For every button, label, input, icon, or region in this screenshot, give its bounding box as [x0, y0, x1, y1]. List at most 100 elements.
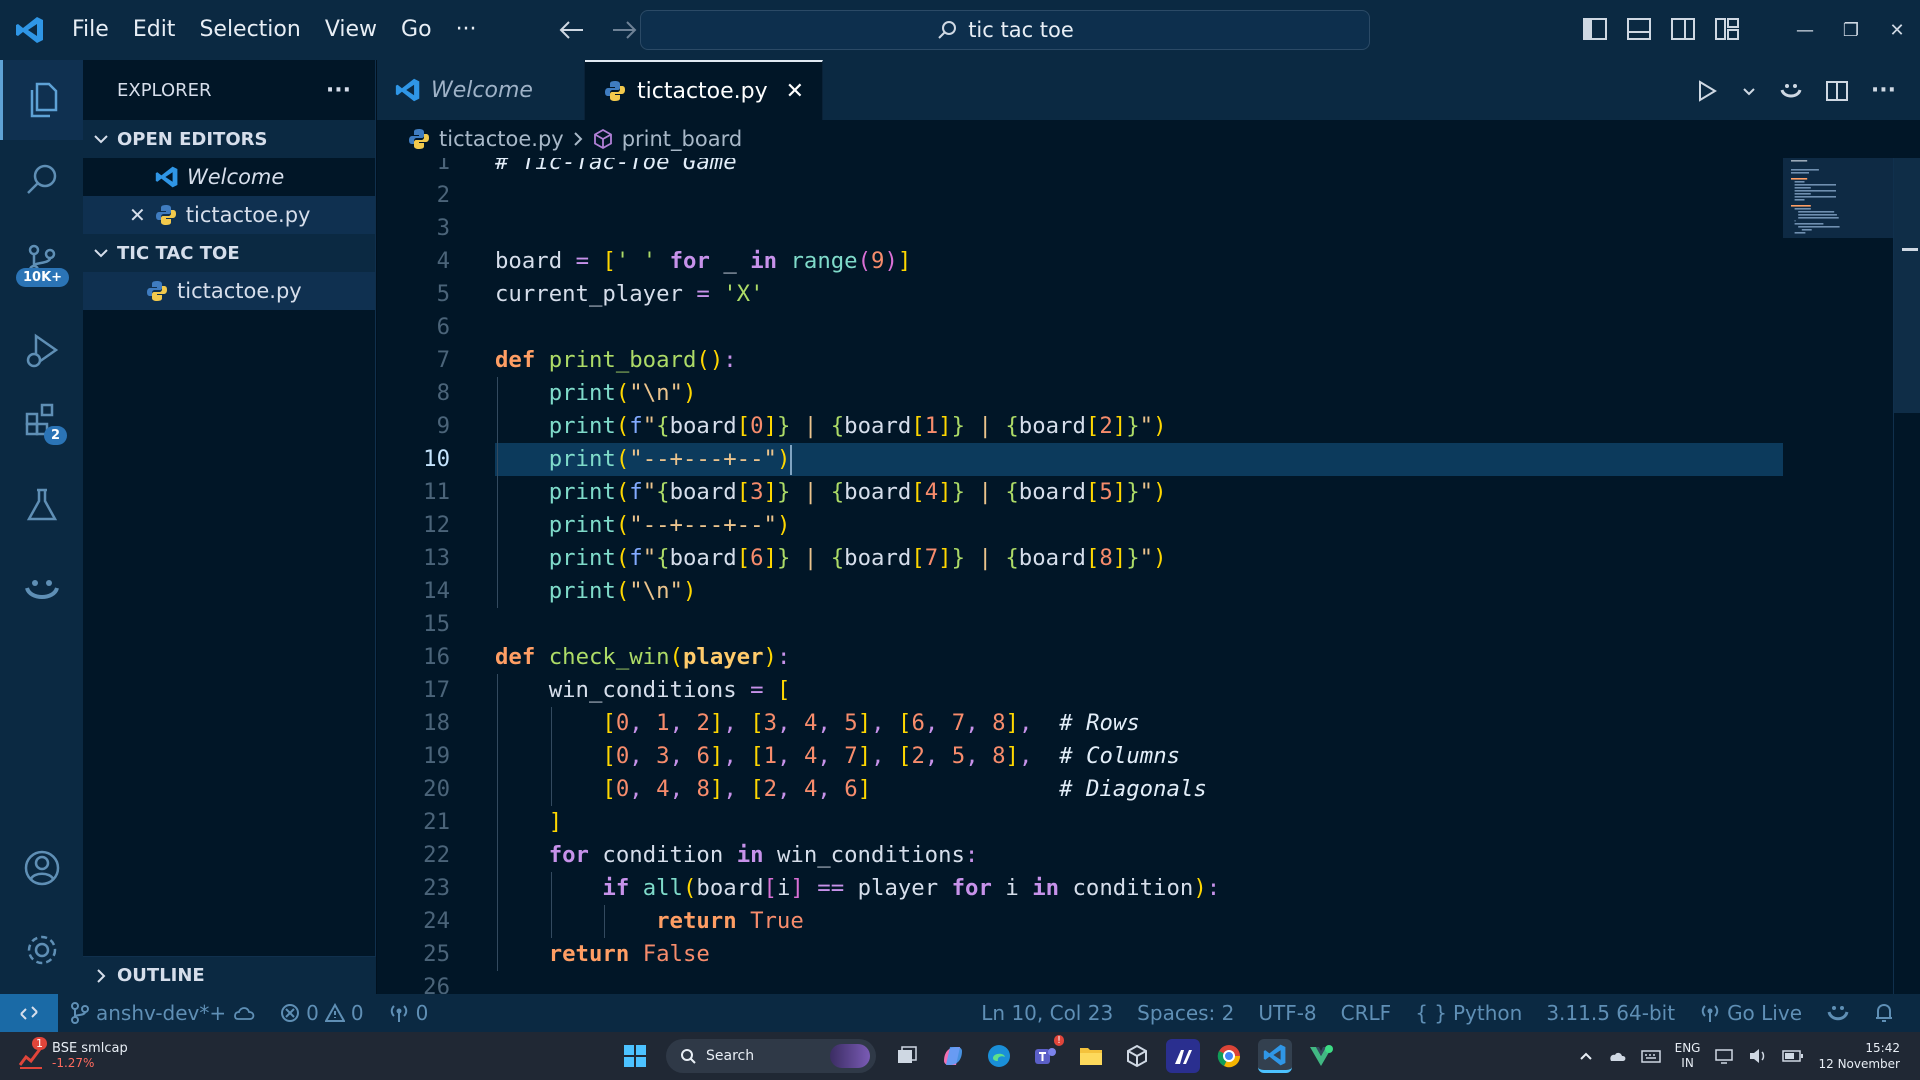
menu-edit[interactable]: Edit: [121, 10, 188, 50]
code-line[interactable]: 11 print(f"{board[3]} | {board[4]} | {bo…: [377, 476, 1783, 509]
split-editor-icon[interactable]: [1825, 79, 1849, 103]
file-explorer-icon[interactable]: [1074, 1039, 1108, 1073]
edge-browser-icon[interactable]: [982, 1039, 1016, 1073]
code-line[interactable]: 8 print("\n"): [377, 377, 1783, 410]
onedrive-cloud-icon[interactable]: [1607, 1048, 1627, 1064]
vue-dev-icon[interactable]: [1304, 1039, 1338, 1073]
task-view-icon[interactable]: [890, 1039, 924, 1073]
code-line[interactable]: 22 for condition in win_conditions:: [377, 839, 1783, 872]
code-line[interactable]: 13 print(f"{board[6]} | {board[7]} | {bo…: [377, 542, 1783, 575]
cursor-position[interactable]: Ln 10, Col 23: [969, 994, 1125, 1032]
toggle-secondary-sidebar-icon[interactable]: [1670, 16, 1696, 42]
problems-indicator[interactable]: 0 0: [268, 994, 375, 1032]
minimize-icon[interactable]: —: [1782, 20, 1828, 41]
keyboard-icon[interactable]: [1640, 1048, 1661, 1064]
menu-selection[interactable]: Selection: [187, 10, 312, 50]
git-branch[interactable]: anshv-dev*+: [58, 994, 268, 1032]
extensions-icon[interactable]: 2: [0, 380, 83, 460]
chrome-icon[interactable]: [1212, 1039, 1246, 1073]
live-share-action-icon[interactable]: [1779, 79, 1803, 103]
code-line[interactable]: 16 def check_win(player):: [377, 641, 1783, 674]
code-line[interactable]: 1 # Tic-Tac-Toe Game: [377, 158, 1783, 179]
open-editor-welcome[interactable]: Welcome: [83, 158, 375, 196]
vscode-taskbar-icon[interactable]: [1258, 1039, 1292, 1073]
minimap[interactable]: [1783, 158, 1893, 994]
code-line[interactable]: 23 if all(board[i] == player for i in co…: [377, 872, 1783, 905]
tab-tictactoe[interactable]: tictactoe.py ✕: [585, 60, 824, 120]
code-editor[interactable]: 1 # Tic-Tac-Toe Game 2 3 4 board = [' ' for _…: [377, 158, 1783, 994]
code-line[interactable]: 6: [377, 311, 1783, 344]
run-dropdown-chevron-icon[interactable]: [1741, 83, 1757, 99]
copilot-icon[interactable]: [936, 1039, 970, 1073]
unity-hub-icon[interactable]: [1120, 1039, 1154, 1073]
run-python-file-icon[interactable]: [1695, 79, 1719, 103]
accounts-icon[interactable]: [0, 828, 83, 908]
teams-icon[interactable]: !: [1028, 1035, 1064, 1073]
encoding[interactable]: UTF-8: [1246, 994, 1328, 1032]
toggle-primary-sidebar-icon[interactable]: [1582, 16, 1608, 42]
scrollbar-thumb[interactable]: [1894, 158, 1920, 413]
editor-more-actions-icon[interactable]: ···: [1871, 78, 1896, 103]
toggle-panel-icon[interactable]: [1626, 16, 1652, 42]
menu-more[interactable]: ···: [444, 10, 489, 50]
code-line[interactable]: 2: [377, 179, 1783, 212]
sidebar-more-icon[interactable]: ···: [326, 78, 351, 103]
file-tictactoe[interactable]: tictactoe.py: [83, 272, 375, 310]
clock[interactable]: 15:42 12 November: [1818, 1040, 1900, 1072]
sync-cloud-icon[interactable]: [232, 1003, 256, 1023]
customize-layout-icon[interactable]: [1714, 16, 1740, 42]
command-center-search[interactable]: tic tac toe: [640, 10, 1370, 50]
code-line[interactable]: 9 print(f"{board[0]} | {board[1]} | {boa…: [377, 410, 1783, 443]
menu-file[interactable]: File: [60, 10, 121, 50]
code-line[interactable]: 7 def print_board():: [377, 344, 1783, 377]
code-line[interactable]: 25 return False: [377, 938, 1783, 971]
folder-section[interactable]: TIC TAC TOE: [83, 234, 375, 272]
breadcrumb-file[interactable]: tictactoe.py: [439, 127, 564, 151]
code-line[interactable]: 4 board = [' ' for _ in range(9)]: [377, 245, 1783, 278]
tab-welcome[interactable]: Welcome: [377, 60, 585, 120]
battery-icon[interactable]: [1782, 1049, 1804, 1063]
code-line[interactable]: 24 return True: [377, 905, 1783, 938]
menu-go[interactable]: Go: [389, 10, 444, 50]
python-interpreter[interactable]: 3.11.5 64-bit: [1534, 994, 1687, 1032]
language-mode[interactable]: { } Python: [1403, 994, 1534, 1032]
notifications[interactable]: [1862, 994, 1920, 1032]
volume-icon[interactable]: [1748, 1047, 1768, 1065]
settings-gear-icon[interactable]: [0, 910, 83, 990]
explorer-icon[interactable]: [0, 60, 83, 140]
back-arrow-icon[interactable]: [559, 20, 585, 40]
network-icon[interactable]: [1714, 1047, 1734, 1065]
vertical-scrollbar[interactable]: [1893, 158, 1920, 994]
tab-close-icon[interactable]: ✕: [786, 79, 804, 104]
run-debug-icon[interactable]: [0, 310, 83, 390]
code-line[interactable]: 19 [0, 3, 6], [1, 4, 7], [2, 5, 8], # Co…: [377, 740, 1783, 773]
code-line[interactable]: 5 current_player = 'X': [377, 278, 1783, 311]
source-control-icon[interactable]: 10K+: [0, 220, 83, 300]
taskbar-search[interactable]: Search: [666, 1039, 876, 1073]
code-line[interactable]: 15: [377, 608, 1783, 641]
remote-indicator[interactable]: [0, 994, 58, 1032]
open-editor-tictactoe[interactable]: ✕ tictactoe.py: [83, 196, 375, 234]
code-line[interactable]: 17 win_conditions = [: [377, 674, 1783, 707]
code-line[interactable]: 10 print("--+---+--"): [377, 443, 1783, 476]
stock-widget[interactable]: 1 BSE smlcap -1.27%: [0, 1037, 300, 1071]
outline-section[interactable]: OUTLINE: [83, 956, 376, 994]
breadcrumb-symbol[interactable]: print_board: [622, 127, 742, 151]
input-language[interactable]: ENG IN: [1675, 1041, 1701, 1071]
close-window-icon[interactable]: ✕: [1874, 20, 1920, 41]
go-live[interactable]: Go Live: [1687, 994, 1814, 1032]
testing-icon[interactable]: [0, 465, 83, 545]
restore-icon[interactable]: ❐: [1828, 20, 1874, 41]
live-share-icon[interactable]: [0, 550, 83, 630]
code-line[interactable]: 12 print("--+---+--"): [377, 509, 1783, 542]
code-line[interactable]: 14 print("\n"): [377, 575, 1783, 608]
end-of-line[interactable]: CRLF: [1329, 994, 1404, 1032]
code-line[interactable]: 21 ]: [377, 806, 1783, 839]
ports-indicator[interactable]: 0: [376, 994, 441, 1032]
code-line[interactable]: 18 [0, 1, 2], [3, 4, 5], [6, 7, 8], # Ro…: [377, 707, 1783, 740]
open-editors-section[interactable]: OPEN EDITORS: [83, 120, 375, 158]
search-view-icon[interactable]: [0, 140, 83, 220]
indentation[interactable]: Spaces: 2: [1125, 994, 1246, 1032]
notepad-app-icon[interactable]: [1166, 1039, 1200, 1073]
forward-arrow-icon[interactable]: [611, 20, 637, 40]
